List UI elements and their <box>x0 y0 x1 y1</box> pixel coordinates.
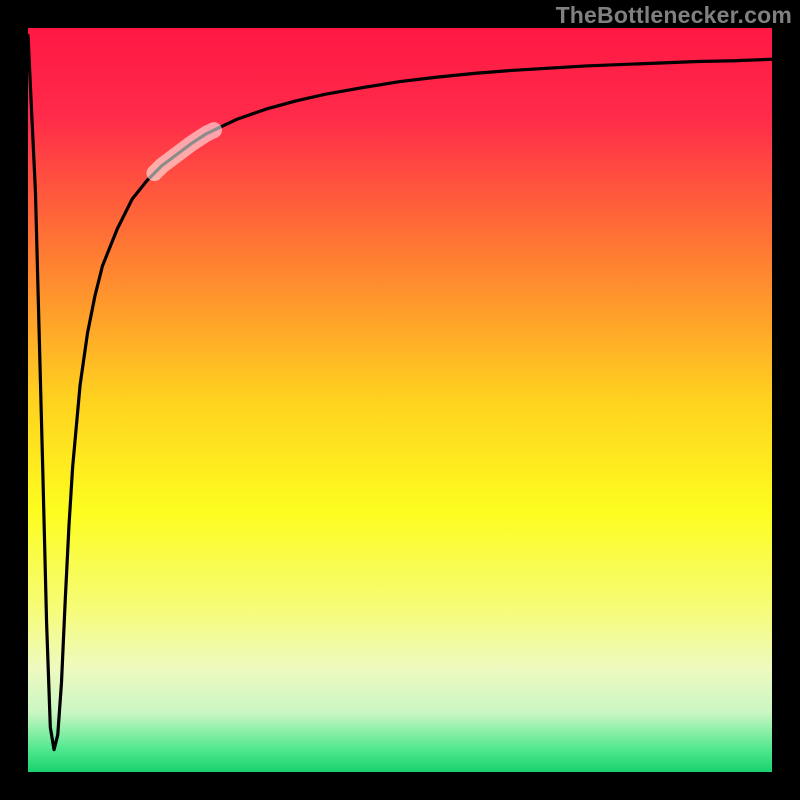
chart-svg <box>0 0 800 800</box>
chart-root: TheBottlenecker.com <box>0 0 800 800</box>
plot-background <box>28 28 772 772</box>
chart-frame <box>0 0 800 800</box>
watermark-text: TheBottlenecker.com <box>556 2 792 29</box>
